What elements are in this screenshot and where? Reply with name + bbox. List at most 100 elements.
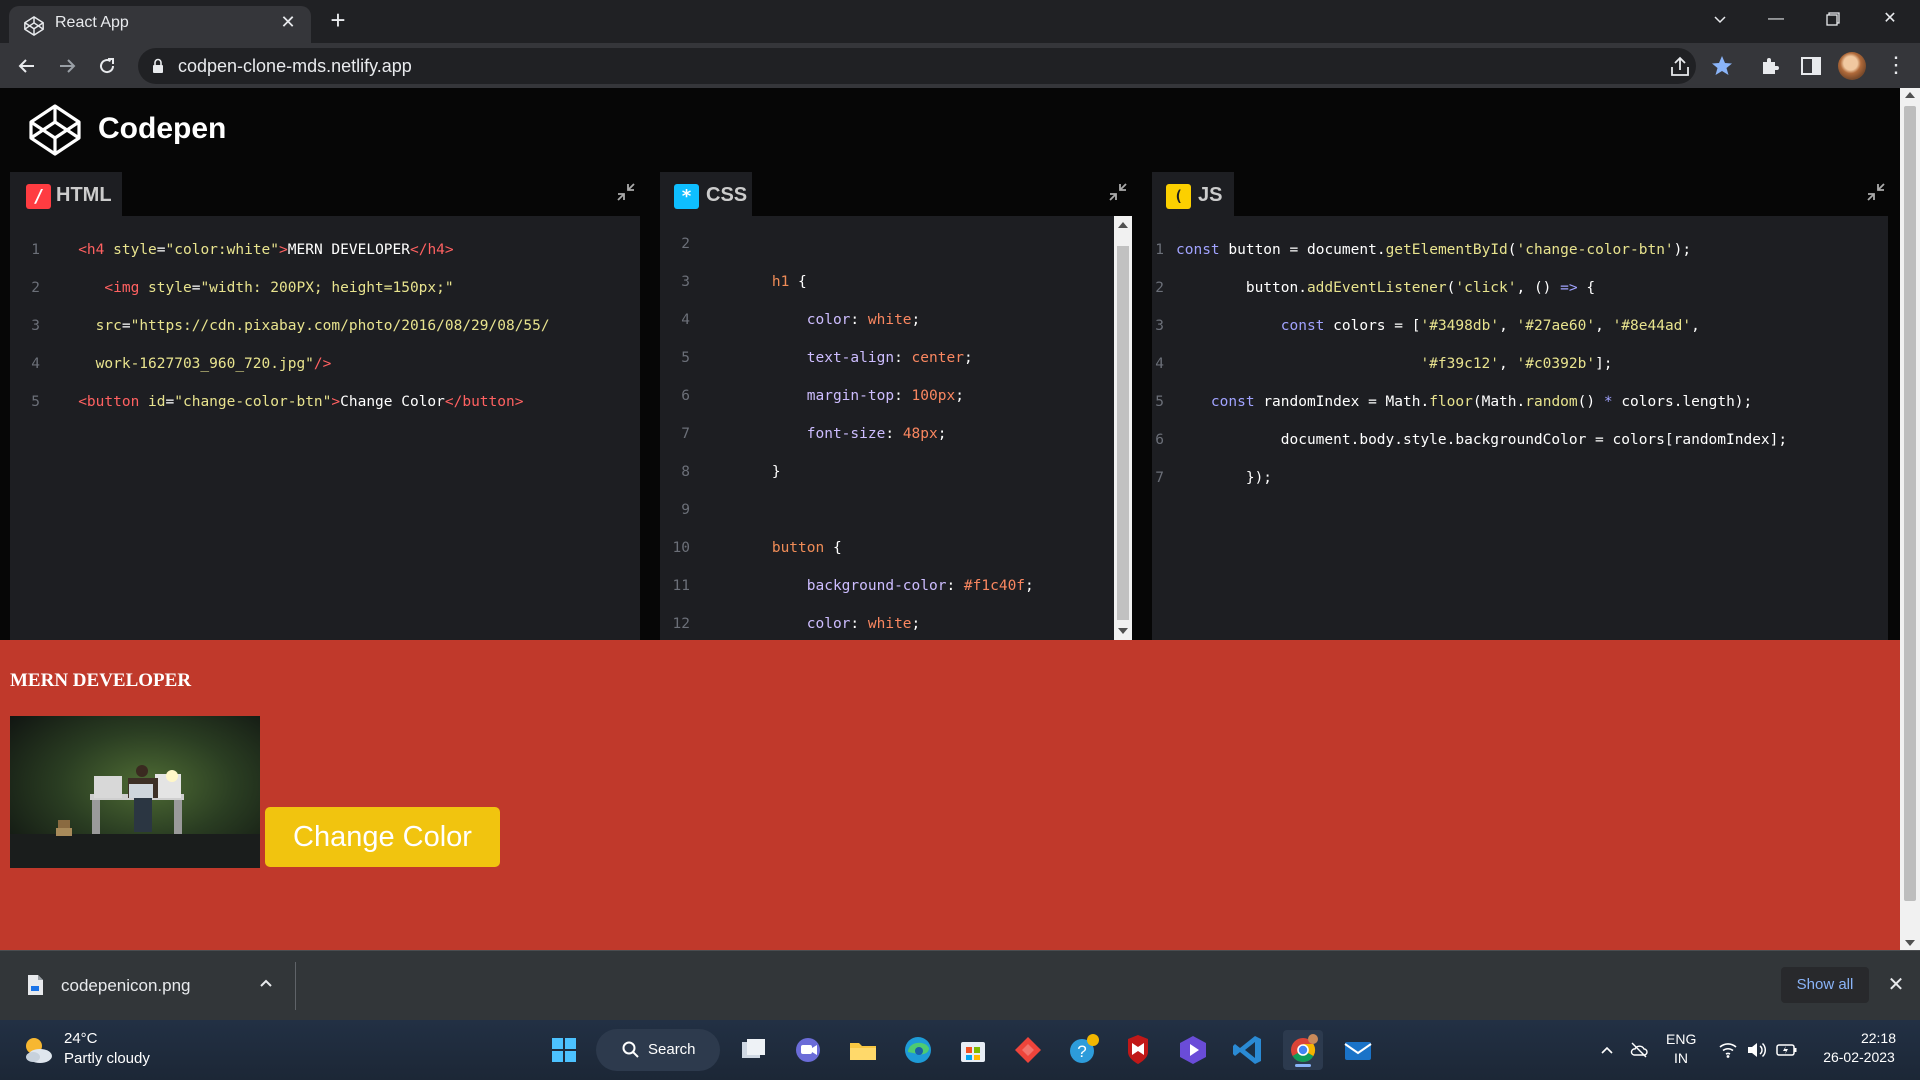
share-icon[interactable]: [1668, 55, 1692, 79]
task-view-icon[interactable]: [733, 1030, 773, 1070]
windows-start-icon[interactable]: [544, 1030, 584, 1070]
brand-title: Codepen: [98, 112, 227, 145]
chrome-taskbar-button[interactable]: [1283, 1030, 1323, 1070]
scroll-up-arrow-icon[interactable]: [1118, 222, 1128, 228]
codepen-favicon-icon: [24, 16, 44, 36]
clock-date: 26-02-2023: [1823, 1049, 1895, 1065]
extensions-puzzle-icon[interactable]: [1759, 54, 1783, 78]
weather-condition[interactable]: Partly cloudy: [64, 1050, 150, 1067]
download-shelf: codepenicon.png Show all ✕: [0, 950, 1920, 1020]
scroll-up-arrow-icon[interactable]: [1905, 92, 1915, 98]
lang-region: IN: [1674, 1050, 1688, 1066]
file-icon: [28, 975, 43, 995]
clock[interactable]: 22:18 26-02-2023: [1816, 1030, 1902, 1065]
css-code-editor[interactable]: 2 3 h1 { 4 color: white; 5 text-align: c…: [660, 216, 1114, 640]
tab-search-chevron-icon[interactable]: [1700, 4, 1740, 34]
browser-titlebar: React App ✕ + — ✕: [0, 0, 1920, 43]
preview-heading: MERN DEVELOPER: [10, 670, 192, 691]
taskbar-search[interactable]: Search: [596, 1029, 720, 1071]
tab-title: React App: [55, 14, 129, 31]
reload-icon[interactable]: [92, 51, 122, 81]
editors-row: / HTML 1 <h4 style="color:white">MERN DE…: [0, 166, 1900, 640]
cloud-offline-icon[interactable]: [1629, 1040, 1649, 1060]
lang-code: ENG: [1666, 1031, 1697, 1047]
search-icon: [622, 1041, 639, 1058]
mail-icon[interactable]: [1338, 1030, 1378, 1070]
tab-js[interactable]: ( ) JS: [1152, 172, 1234, 230]
svg-text:?: ?: [1077, 1042, 1086, 1061]
pane-header: / HTML: [10, 166, 640, 216]
active-indicator: [1295, 1064, 1311, 1067]
css-scroll-thumb[interactable]: [1117, 246, 1129, 620]
input-language[interactable]: ENG IN: [1666, 1031, 1696, 1066]
chevron-up-icon[interactable]: [1599, 1042, 1615, 1058]
js-editor-pane: ( ) JS 1 const button = document.getEleme…: [1152, 166, 1888, 640]
battery-charging-icon[interactable]: [1776, 1041, 1798, 1059]
anydesk-icon[interactable]: [1008, 1030, 1048, 1070]
microsoft-store-icon[interactable]: [953, 1030, 993, 1070]
weather-partly-cloudy-icon[interactable]: [20, 1032, 56, 1068]
tab-html[interactable]: / HTML: [10, 172, 122, 216]
edge-browser-icon[interactable]: [898, 1030, 938, 1070]
bookmark-star-icon[interactable]: [1710, 54, 1734, 78]
clock-time: 22:18: [1860, 1030, 1896, 1046]
scroll-down-arrow-icon[interactable]: [1118, 628, 1128, 634]
page-viewport: Codepen / HTML 1 <h4 style="color:white"…: [0, 88, 1920, 950]
menu-kebab-icon[interactable]: ⋮: [1884, 53, 1908, 77]
show-all-button[interactable]: Show all: [1781, 967, 1869, 1003]
weather-temperature[interactable]: 24°C: [64, 1030, 98, 1047]
vscode-icon[interactable]: [1228, 1030, 1268, 1070]
page-scroll-thumb[interactable]: [1904, 106, 1916, 901]
back-arrow-icon[interactable]: [12, 51, 42, 81]
js-code-editor[interactable]: 1 const button = document.getElementById(…: [1152, 216, 1888, 640]
search-label: Search: [648, 1041, 696, 1058]
windows-taskbar: 24°C Partly cloudy Search ? ENG IN 22:18…: [0, 1020, 1920, 1080]
tab-close-icon[interactable]: ✕: [277, 11, 299, 33]
side-panel-icon[interactable]: [1799, 54, 1823, 78]
tab-css[interactable]: * CSS: [660, 172, 752, 216]
divider: [295, 962, 296, 1010]
minimize-button[interactable]: —: [1756, 4, 1796, 34]
restore-button[interactable]: [1813, 4, 1853, 34]
lock-icon[interactable]: [152, 58, 164, 74]
url-text[interactable]: codpen-clone-mds.netlify.app: [178, 56, 412, 77]
new-tab-button[interactable]: +: [326, 7, 350, 33]
pane-header: * CSS: [660, 166, 1132, 216]
js-badge-icon: ( ): [1166, 184, 1191, 230]
chevron-up-icon[interactable]: [256, 973, 276, 993]
html-badge-icon: /: [26, 184, 51, 209]
js-label: JS: [1198, 184, 1223, 206]
browser-tab[interactable]: React App ✕: [9, 6, 311, 43]
media-player-icon[interactable]: [1173, 1030, 1213, 1070]
close-window-button[interactable]: ✕: [1870, 4, 1910, 34]
profile-avatar[interactable]: [1838, 52, 1866, 80]
change-color-button[interactable]: Change Color: [265, 807, 500, 867]
collapse-icon[interactable]: [1864, 180, 1888, 204]
close-download-bar-icon[interactable]: ✕: [1884, 973, 1908, 997]
app-header: Codepen: [0, 88, 1900, 166]
forward-arrow-icon[interactable]: [52, 51, 82, 81]
css-label: CSS: [706, 184, 748, 206]
collapse-icon[interactable]: [1106, 180, 1130, 204]
teams-chat-icon[interactable]: [788, 1030, 828, 1070]
download-file-name[interactable]: codepenicon.png: [61, 976, 191, 996]
codepen-logo-icon: [29, 104, 81, 156]
html-editor-pane: / HTML 1 <h4 style="color:white">MERN DE…: [10, 166, 640, 640]
html-code-editor[interactable]: 1 <h4 style="color:white">MERN DEVELOPER…: [10, 216, 640, 640]
address-bar[interactable]: codpen-clone-mds.netlify.app: [138, 48, 1696, 84]
html-label: HTML: [56, 184, 112, 206]
css-editor-pane: * CSS 2 3 h1 { 4 color: white; 5 text-al…: [660, 166, 1132, 640]
volume-icon[interactable]: [1746, 1041, 1768, 1059]
page-scrollbar[interactable]: [1900, 88, 1920, 950]
collapse-icon[interactable]: [614, 180, 638, 204]
browser-toolbar: codpen-clone-mds.netlify.app ⋮: [0, 43, 1920, 88]
wifi-icon[interactable]: [1718, 1041, 1738, 1059]
css-scrollbar[interactable]: [1114, 216, 1132, 640]
scroll-down-arrow-icon[interactable]: [1905, 940, 1915, 946]
css-badge-icon: *: [674, 184, 699, 209]
help-icon[interactable]: ?: [1063, 1030, 1103, 1070]
mcafee-shield-icon[interactable]: [1118, 1030, 1158, 1070]
file-explorer-icon[interactable]: [843, 1030, 883, 1070]
preview-image: [10, 716, 260, 868]
pane-header: ( ) JS: [1152, 166, 1888, 230]
